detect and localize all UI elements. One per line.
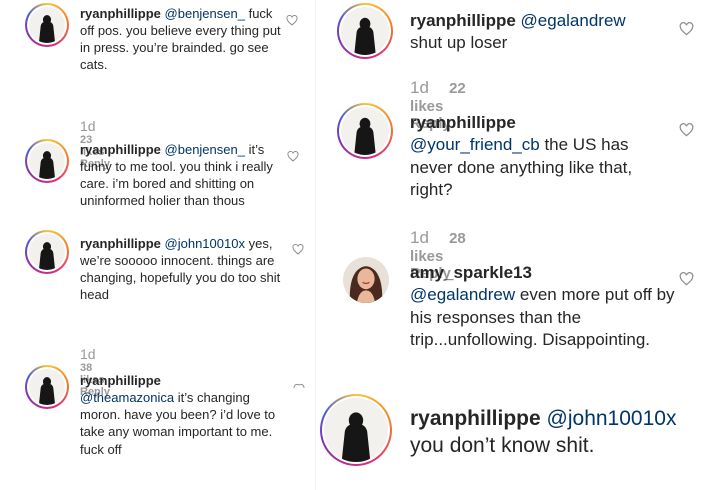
comment-time: 1d [80, 346, 96, 362]
profile-silhouette-icon [38, 15, 56, 43]
comment-username[interactable]: ryanphillippe [80, 142, 161, 157]
comment-username[interactable]: amy_sparkle13 [410, 263, 532, 282]
comment-body: ryanphillippe @john10010x you don’t know… [410, 405, 710, 460]
avatar[interactable] [337, 3, 393, 59]
comment-mention[interactable]: @theamazonica [80, 390, 174, 405]
comment-username[interactable]: ryanphillippe [80, 373, 161, 388]
like-heart-icon[interactable] [679, 22, 694, 36]
comment-body: amy_sparkle13 @egalandrew even more put … [410, 262, 675, 352]
like-heart-icon[interactable] [286, 15, 298, 26]
comment-mention[interactable]: @your_friend_cb [410, 135, 540, 154]
comment-text: shut up loser [410, 33, 508, 53]
comment-mention[interactable]: @john10010x [547, 407, 677, 430]
avatar[interactable] [337, 103, 393, 159]
profile-silhouette-icon [354, 17, 376, 55]
avatar[interactable] [343, 257, 389, 303]
comment-username[interactable]: ryanphillippe [410, 11, 516, 30]
comment-mention[interactable]: @egalandrew [521, 11, 626, 30]
profile-silhouette-icon [341, 412, 371, 462]
avatar[interactable] [25, 3, 69, 47]
column-divider [315, 0, 316, 490]
profile-photo-icon [343, 257, 389, 303]
profile-silhouette-icon [354, 117, 376, 155]
comment-username[interactable]: ryanphillippe [80, 6, 161, 21]
comment-body: ryanphillippe @benjensen_ it’s funny to … [80, 141, 280, 210]
like-heart-icon[interactable] [679, 123, 694, 137]
comment-body: ryanphillippe @theamazonica it’s changin… [80, 372, 280, 458]
avatar[interactable] [25, 230, 69, 274]
comment-mention[interactable]: @egalandrew [410, 285, 515, 304]
like-heart-icon[interactable] [292, 244, 304, 255]
comment-time: 1d [80, 118, 96, 134]
profile-silhouette-icon [38, 151, 56, 179]
comment-body: ryanphillippe @benjensen_ fuck off pos. … [80, 5, 290, 74]
avatar[interactable] [25, 139, 69, 183]
avatar[interactable] [25, 365, 69, 409]
like-heart-icon[interactable] [679, 272, 694, 286]
comment-text: you don’t know shit. [410, 434, 595, 458]
comment-username[interactable]: ryanphillippe [410, 407, 541, 430]
comment-mention[interactable]: @benjensen_ [165, 6, 245, 21]
comment-time: 1d [410, 228, 429, 247]
avatar[interactable] [320, 394, 392, 466]
comment-username[interactable]: ryanphillippe [80, 236, 161, 251]
comment-body: ryanphillippe @john10010x yes, we’re soo… [80, 235, 290, 304]
like-heart-icon[interactable] [287, 151, 299, 162]
profile-silhouette-icon [38, 242, 56, 270]
comment-body: ryanphillippe @your_friend_cb the US has… [410, 112, 670, 202]
like-heart-icon[interactable] [293, 381, 305, 390]
comment-mention[interactable]: @benjensen_ [165, 142, 245, 157]
comment-time: 1d [410, 78, 429, 97]
profile-silhouette-icon [38, 377, 56, 405]
comment-body: ryanphillippe @egalandrew shut up loser [410, 10, 680, 55]
comment-mention[interactable]: @john10010x [165, 236, 245, 251]
comment-username[interactable]: ryanphillippe [410, 113, 516, 132]
